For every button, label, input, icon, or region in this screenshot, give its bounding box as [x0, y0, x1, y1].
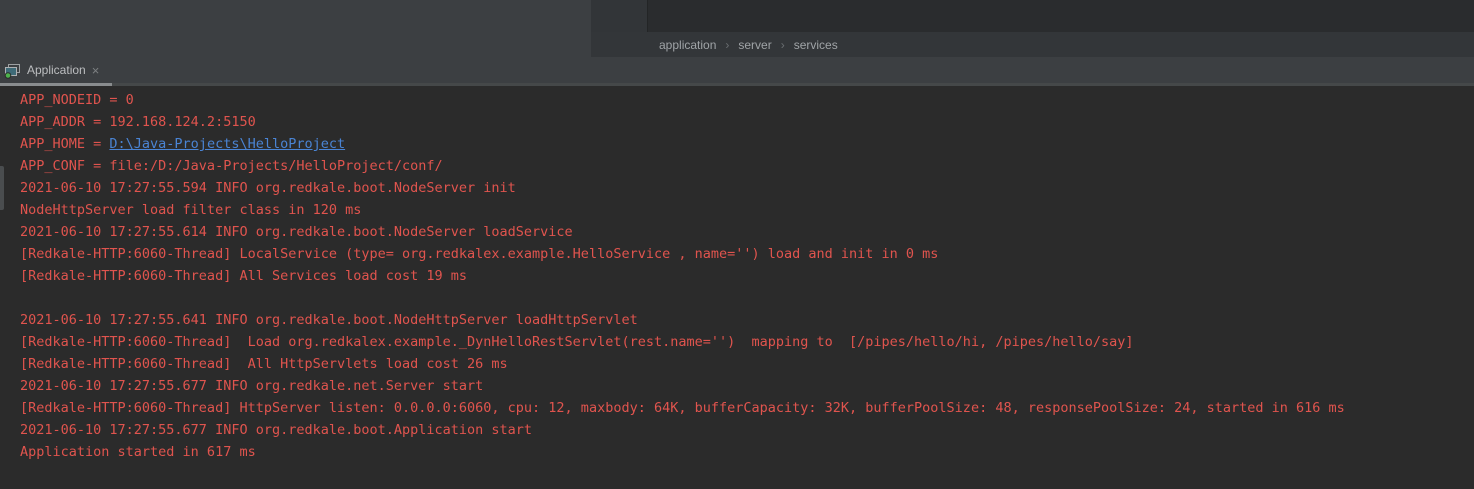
console-text: 2021-06-10 17:27:55.677 INFO org.redkale…	[20, 378, 483, 394]
tab-application[interactable]: Application ×	[0, 57, 107, 83]
run-tool-window-tab-bar: Application ×	[0, 57, 1474, 86]
ide-window: application › server › services Application …	[0, 0, 1474, 489]
breadcrumb-item-services[interactable]: services	[794, 38, 838, 52]
console-line: [Redkale-HTTP:6060-Thread] HttpServer li…	[20, 397, 1474, 419]
editor-right-pane-body	[591, 0, 1474, 32]
console-line: APP_HOME = D:\Java-Projects\HelloProject	[20, 133, 1474, 155]
breadcrumb-separator: ›	[781, 38, 785, 52]
console-text: [Redkale-HTTP:6060-Thread] HttpServer li…	[20, 400, 1345, 416]
tab-label: Application	[27, 63, 86, 77]
console-file-link[interactable]: D:\Java-Projects\HelloProject	[109, 136, 345, 152]
console-text: NodeHttpServer load filter class in 120 …	[20, 202, 361, 218]
console-text: APP_NODEID = 0	[20, 92, 134, 108]
close-icon[interactable]: ×	[92, 64, 100, 77]
console-text: 2021-06-10 17:27:55.641 INFO org.redkale…	[20, 312, 638, 328]
console-text: APP_ADDR = 192.168.124.2:5150	[20, 114, 256, 130]
console-line: NodeHttpServer load filter class in 120 …	[20, 199, 1474, 221]
editor-top-area: application › server › services	[0, 0, 1474, 57]
console-line: APP_ADDR = 192.168.124.2:5150	[20, 111, 1474, 133]
console-text: 2021-06-10 17:27:55.677 INFO org.redkale…	[20, 422, 532, 438]
console-run-icon	[4, 61, 22, 79]
console-line: APP_NODEID = 0	[20, 89, 1474, 111]
console-line: [Redkale-HTTP:6060-Thread] LocalService …	[20, 243, 1474, 265]
console-line: [Redkale-HTTP:6060-Thread] All Services …	[20, 265, 1474, 287]
console-line: [Redkale-HTTP:6060-Thread] Load org.redk…	[20, 331, 1474, 353]
console-text: 2021-06-10 17:27:55.594 INFO org.redkale…	[20, 180, 516, 196]
console-line: 2021-06-10 17:27:55.614 INFO org.redkale…	[20, 221, 1474, 243]
breadcrumb: application › server › services	[591, 32, 1474, 57]
console-text: [Redkale-HTTP:6060-Thread] Load org.redk…	[20, 334, 1134, 350]
breadcrumb-separator: ›	[725, 38, 729, 52]
console-line: Application started in 617 ms	[20, 441, 1474, 463]
active-tab-underline	[0, 83, 112, 86]
editor-left-pane	[0, 0, 591, 57]
console-line: 2021-06-10 17:27:55.677 INFO org.redkale…	[20, 375, 1474, 397]
console-text: Application started in 617 ms	[20, 444, 256, 460]
tool-window-stripe-handle[interactable]	[0, 166, 4, 210]
console-text: [Redkale-HTTP:6060-Thread] LocalService …	[20, 246, 938, 262]
console-line: 2021-06-10 17:27:55.677 INFO org.redkale…	[20, 419, 1474, 441]
breadcrumb-item-application[interactable]: application	[659, 38, 716, 52]
console-text: [Redkale-HTTP:6060-Thread] All HttpServl…	[20, 356, 508, 372]
console-text: APP_HOME =	[20, 136, 109, 152]
console-panel[interactable]: APP_NODEID = 0 APP_ADDR = 192.168.124.2:5…	[0, 86, 1474, 489]
console-line: [Redkale-HTTP:6060-Thread] All HttpServl…	[20, 353, 1474, 375]
editor-right-pane: application › server › services	[591, 0, 1474, 57]
editor-gutter-column	[591, 0, 648, 32]
console-line: APP_CONF = file:/D:/Java-Projects/HelloP…	[20, 155, 1474, 177]
console-text: 2021-06-10 17:27:55.614 INFO org.redkale…	[20, 224, 573, 240]
console-line	[20, 287, 1474, 309]
console-text: [Redkale-HTTP:6060-Thread] All Services …	[20, 268, 467, 284]
console-line: 2021-06-10 17:27:55.641 INFO org.redkale…	[20, 309, 1474, 331]
console-line: 2021-06-10 17:27:55.594 INFO org.redkale…	[20, 177, 1474, 199]
console-text: APP_CONF = file:/D:/Java-Projects/HelloP…	[20, 158, 443, 174]
breadcrumb-item-server[interactable]: server	[738, 38, 771, 52]
console-output: APP_NODEID = 0 APP_ADDR = 192.168.124.2:5…	[20, 89, 1474, 463]
